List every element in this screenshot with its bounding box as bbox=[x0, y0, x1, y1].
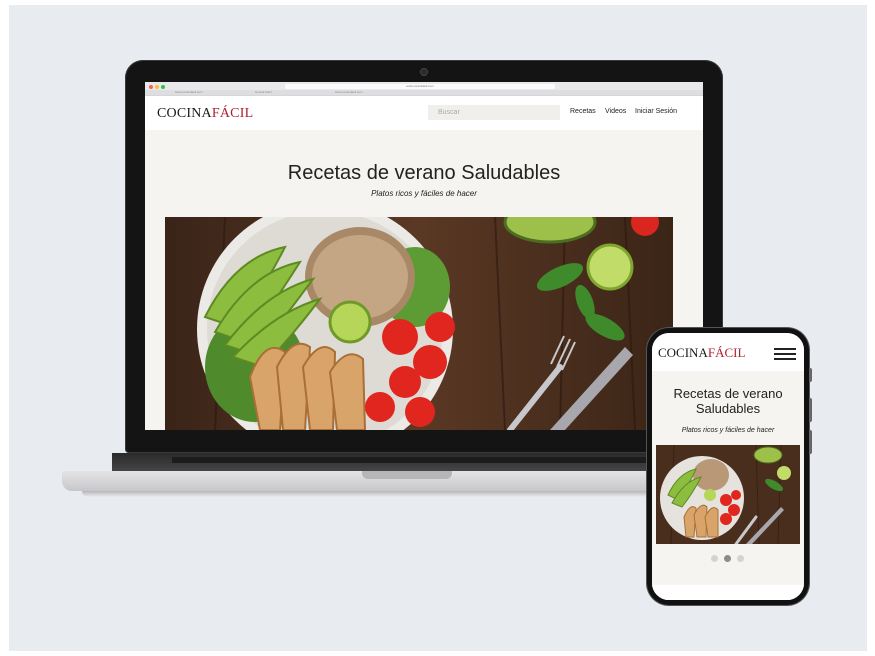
address-bar[interactable]: www.cocinafacil.com bbox=[285, 84, 555, 89]
camera-icon bbox=[420, 68, 428, 76]
tab-strip: www.cocinafacil.com Cocina Fácil www.coc… bbox=[145, 90, 703, 95]
mobile-header: COCINAFÁCIL bbox=[652, 333, 804, 371]
laptop-lid: www.cocinafacil.com www.cocinafacil.com … bbox=[125, 60, 723, 453]
carousel-dot[interactable] bbox=[711, 555, 718, 562]
phone-side-button bbox=[809, 368, 812, 382]
carousel-dots bbox=[652, 555, 804, 563]
salad-bowl-photo bbox=[656, 445, 800, 544]
phone-side-button bbox=[809, 398, 812, 422]
nav-link-login[interactable]: Iniciar Sesión bbox=[635, 108, 677, 115]
logo-main: COCINA bbox=[157, 106, 212, 121]
minimize-window-icon[interactable] bbox=[155, 85, 159, 89]
laptop-notch bbox=[362, 471, 452, 479]
salad-bowl-photo bbox=[165, 217, 673, 430]
logo-accent: FÁCIL bbox=[211, 106, 254, 121]
site-header: COCINAFÁCIL Recetas Videos Iniciar Sesió… bbox=[145, 96, 703, 130]
nav-link-recipes[interactable]: Recetas bbox=[570, 108, 596, 115]
phone-screen: COCINAFÁCIL Recetas de verano Saludables… bbox=[652, 333, 804, 600]
logo-main: COCINA bbox=[658, 345, 708, 360]
hero-title: Recetas de verano Saludables bbox=[287, 162, 561, 184]
browser-tab[interactable]: www.cocinafacil.com bbox=[175, 90, 203, 95]
laptop-shadow bbox=[82, 491, 732, 497]
browser-tab[interactable]: Cocina Fácil bbox=[255, 90, 272, 95]
site-logo[interactable]: COCINAFÁCIL bbox=[157, 106, 253, 122]
mobile-body: Recetas de verano Saludables Platos rico… bbox=[652, 371, 804, 600]
laptop-screen: www.cocinafacil.com www.cocinafacil.com … bbox=[145, 82, 703, 430]
nav-link-videos[interactable]: Videos bbox=[605, 108, 626, 115]
mobile-hero-subtitle: Platos ricos y fáciles de hacer bbox=[681, 427, 775, 434]
hero-subtitle: Platos ricos y fáciles de hacer bbox=[371, 189, 477, 198]
close-window-icon[interactable] bbox=[149, 85, 153, 89]
presentation-background: www.cocinafacil.com www.cocinafacil.com … bbox=[9, 5, 867, 651]
mobile-footer bbox=[652, 585, 804, 600]
hamburger-menu-icon[interactable] bbox=[774, 348, 796, 360]
carousel-dot-active[interactable] bbox=[724, 555, 731, 562]
browser-chrome: www.cocinafacil.com www.cocinafacil.com … bbox=[145, 82, 703, 96]
browser-tab[interactable]: www.cocinafacil.com bbox=[335, 90, 363, 95]
carousel-dot[interactable] bbox=[737, 555, 744, 562]
search-input[interactable] bbox=[428, 105, 560, 120]
mobile-hero-title: Recetas de verano Saludables bbox=[673, 386, 783, 416]
maximize-window-icon[interactable] bbox=[161, 85, 165, 89]
smartphone: COCINAFÁCIL Recetas de verano Saludables… bbox=[647, 328, 812, 605]
logo-accent: FÁCIL bbox=[707, 345, 746, 360]
mobile-site-logo[interactable]: COCINAFÁCIL bbox=[658, 345, 745, 361]
phone-side-button bbox=[809, 430, 812, 454]
hero-image bbox=[165, 217, 673, 430]
mobile-hero-image bbox=[656, 445, 800, 544]
laptop-hinge bbox=[112, 453, 742, 471]
